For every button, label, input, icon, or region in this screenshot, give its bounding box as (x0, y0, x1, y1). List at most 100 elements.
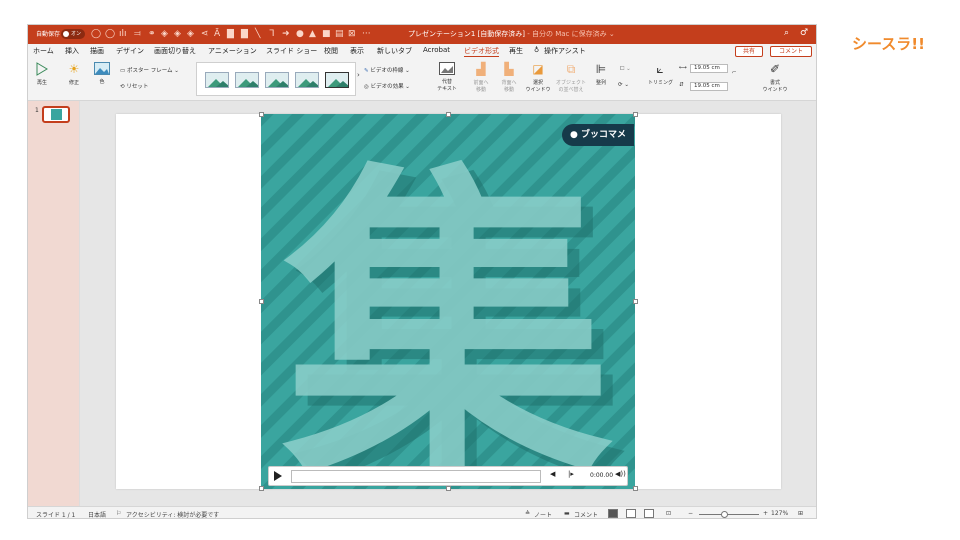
resize-handle[interactable] (633, 486, 638, 491)
share-button[interactable]: 共有 (735, 46, 763, 57)
dot-icon[interactable]: ● (296, 28, 304, 40)
share-icon[interactable]: ♂ (800, 28, 808, 38)
resize-handle[interactable] (633, 112, 638, 117)
reading-view-button[interactable] (644, 509, 654, 518)
format-pane-button[interactable]: ✐ 書式 ウインドウ (762, 62, 788, 93)
align-button[interactable]: ⊫ 整列 (592, 62, 610, 86)
comment-button[interactable]: コメント (770, 46, 812, 57)
accessibility-status[interactable]: アクセシビリティ: 検討が必要です (126, 510, 219, 518)
sorter-view-button[interactable] (626, 509, 636, 518)
slideshow-icon[interactable]: ⊡ (666, 510, 671, 517)
link-icon[interactable]: ⚭ (148, 28, 156, 40)
zoom-level[interactable]: 127% (771, 510, 788, 517)
tab-design[interactable]: デザイン (116, 46, 144, 56)
reset-button[interactable]: ⟲ リセット (120, 82, 148, 90)
language[interactable]: 日本語 (88, 510, 106, 518)
color-button[interactable]: 色 (92, 62, 112, 85)
circle-icon[interactable]: ◯ (105, 28, 115, 40)
video-effects-button[interactable]: ◎ ビデオの効果 ⌄ (364, 82, 410, 90)
home-icon[interactable]: ◯ (91, 28, 101, 40)
reorder-button[interactable]: ⧉ オブジェクト の並べ替え (556, 62, 586, 93)
volume-icon[interactable]: ◀)) (615, 470, 626, 478)
resize-handle[interactable] (633, 299, 638, 304)
tab-review[interactable]: 校閲 (324, 46, 338, 56)
square-icon[interactable]: ▇ (227, 28, 234, 40)
alt-text-label-2: テキスト (437, 86, 457, 92)
video-style-2[interactable] (235, 72, 259, 88)
video-style-gallery (196, 62, 356, 96)
tab-home[interactable]: ホーム (33, 46, 54, 56)
x-box-icon[interactable]: ⊠ (348, 28, 356, 40)
play-button[interactable]: 再生 (34, 62, 50, 86)
stack-icon[interactable]: ▤ (335, 28, 344, 40)
tab-slideshow[interactable]: スライド ショー (266, 46, 317, 56)
tab-transitions[interactable]: 画面切り替え (154, 46, 196, 56)
video-style-5[interactable] (325, 72, 349, 88)
line-icon[interactable]: ╲ (255, 28, 260, 40)
poster-frame-button[interactable]: ▭ ポスター フレーム ⌄ (120, 66, 179, 74)
gallery-more-icon[interactable]: › (357, 71, 360, 79)
a-icon[interactable]: Ā (214, 28, 220, 40)
slide-thumbnail[interactable] (42, 106, 70, 123)
seek-bar[interactable] (291, 470, 541, 483)
lock-aspect-icon[interactable]: ⌐ (732, 70, 737, 76)
powerpoint-window: 自動保存 オン ◯ ◯ ılı ⫤ ⚭ ◈ ◈ ◈ ⋖ Ā ▇ ▇ ╲ ᒣ ➜ … (27, 24, 817, 519)
slide[interactable]: 集 集 ● ブッコマメ ◀ |▸ 0:00.00 ◀)) (116, 112, 781, 491)
forward-icon[interactable]: |▸ (568, 470, 574, 478)
rotate-icon[interactable]: ⟳ ⌄ (618, 82, 629, 88)
notes-button[interactable]: ノート (534, 510, 552, 518)
resize-handle[interactable] (446, 486, 451, 491)
tab-view[interactable]: 表示 (350, 46, 364, 56)
triangle-icon[interactable]: ▲ (309, 28, 316, 40)
tab-new[interactable]: 新しいタブ (377, 46, 412, 56)
video-style-1[interactable] (205, 72, 229, 88)
height-field[interactable]: 19.05 cm (690, 64, 728, 73)
shape-icon[interactable]: ◈ (187, 28, 194, 40)
square2-icon[interactable]: ▇ (241, 28, 248, 40)
autosave-toggle[interactable]: オン (61, 29, 85, 39)
zoom-slider-knob[interactable] (721, 511, 728, 518)
connector-icon[interactable]: ᒣ (269, 28, 275, 40)
fit-slide-icon[interactable]: ⊞ (798, 510, 803, 517)
tab-animations[interactable]: アニメーション (208, 46, 257, 56)
correct-button[interactable]: ☀ 修正 (64, 62, 84, 86)
tab-insert[interactable]: 挿入 (65, 46, 79, 56)
align-icon[interactable]: ⫤ (134, 28, 141, 40)
chart-icon[interactable]: ılı (119, 28, 127, 40)
trim-button[interactable]: ⟀ トリミング (648, 62, 673, 86)
send-backward-button[interactable]: ▙ 背面へ 移動 (498, 62, 520, 93)
rewind-icon[interactable]: ◀ (550, 470, 555, 478)
tab-video-format[interactable]: ビデオ形式 (464, 46, 499, 57)
rect-icon[interactable]: ■ (322, 28, 331, 40)
bring-forward-button[interactable]: ▟ 前面へ 移動 (470, 62, 492, 93)
width-field[interactable]: 19.05 cm (690, 82, 728, 91)
fill-icon[interactable]: ◈ (174, 28, 181, 40)
resize-handle[interactable] (259, 112, 264, 117)
group-icon[interactable]: ⧠ ⌄ (620, 66, 631, 73)
resize-handle[interactable] (259, 486, 264, 491)
video-object[interactable]: 集 集 ● ブッコマメ ◀ |▸ 0:00.00 ◀)) (261, 114, 635, 489)
comments-button[interactable]: コメント (574, 510, 598, 518)
video-style-4[interactable] (295, 72, 319, 88)
resize-handle[interactable] (446, 112, 451, 117)
send-icon[interactable]: ⋖ (201, 28, 209, 40)
normal-view-button[interactable] (608, 509, 618, 518)
tab-acrobat[interactable]: Acrobat (423, 46, 450, 54)
tab-playback[interactable]: 再生 (509, 46, 523, 56)
zoom-slider[interactable] (699, 514, 759, 515)
resize-handle[interactable] (259, 299, 264, 304)
paint-icon[interactable]: ◈ (161, 28, 168, 40)
tab-tell-me[interactable]: 操作アシスト (544, 46, 586, 56)
selection-pane-button[interactable]: ◪ 選択 ウインドウ (525, 62, 551, 93)
zoom-in-icon[interactable]: + (763, 510, 768, 517)
video-style-3[interactable] (265, 72, 289, 88)
more-icon[interactable]: ··· (362, 28, 371, 40)
arrow-icon[interactable]: ➜ (282, 28, 290, 40)
zoom-out-icon[interactable]: − (688, 510, 693, 517)
play-icon[interactable] (274, 471, 282, 481)
video-shape-button[interactable]: ✎ ビデオの枠線 ⌄ (364, 66, 410, 74)
reorder-label-2: の並べ替え (558, 87, 584, 93)
search-icon[interactable]: ⌕ (784, 28, 789, 38)
tab-draw[interactable]: 描画 (90, 46, 104, 56)
alt-text-button[interactable]: 代替 テキスト (436, 62, 458, 92)
